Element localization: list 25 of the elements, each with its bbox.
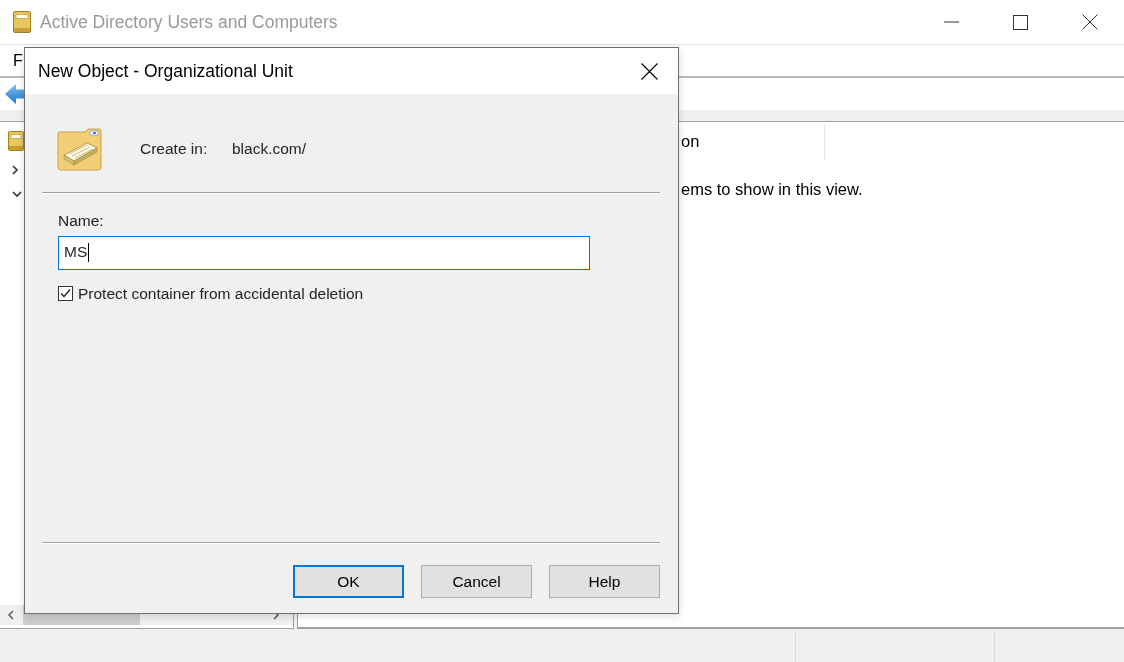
maximize-icon [1013,14,1028,30]
close-icon [1081,14,1098,30]
dialog-button[interactable]: Help [549,565,660,598]
create-in-value: black.com/ [232,139,307,159]
checkbox[interactable] [58,286,73,302]
chevron-left-icon[interactable] [8,610,14,620]
checkbox-label: Protect container from accidental deletion [78,284,364,304]
empty-list-message: ems to show in this view. [681,180,863,200]
close-icon [640,62,658,80]
chevron-right-icon[interactable] [12,164,19,175]
name-label: Name: [58,212,104,231]
back-arrow-icon[interactable] [5,84,24,104]
create-in-label: Create in: [140,139,209,159]
window-title: Active Directory Users and Computers [40,11,338,33]
dialog-button[interactable]: Cancel [421,565,532,598]
dialog-button[interactable]: OK [293,565,404,598]
menu-item[interactable]: F [13,50,23,71]
minimize-icon [944,21,959,23]
folder-icon [57,127,102,171]
column-header[interactable]: on [681,132,700,152]
name-field[interactable]: MS [58,235,590,270]
dialog-title: New Object - Organizational Unit [38,60,293,82]
book-icon [8,131,24,151]
chevron-down-icon[interactable] [12,191,22,198]
book-icon [13,11,31,33]
